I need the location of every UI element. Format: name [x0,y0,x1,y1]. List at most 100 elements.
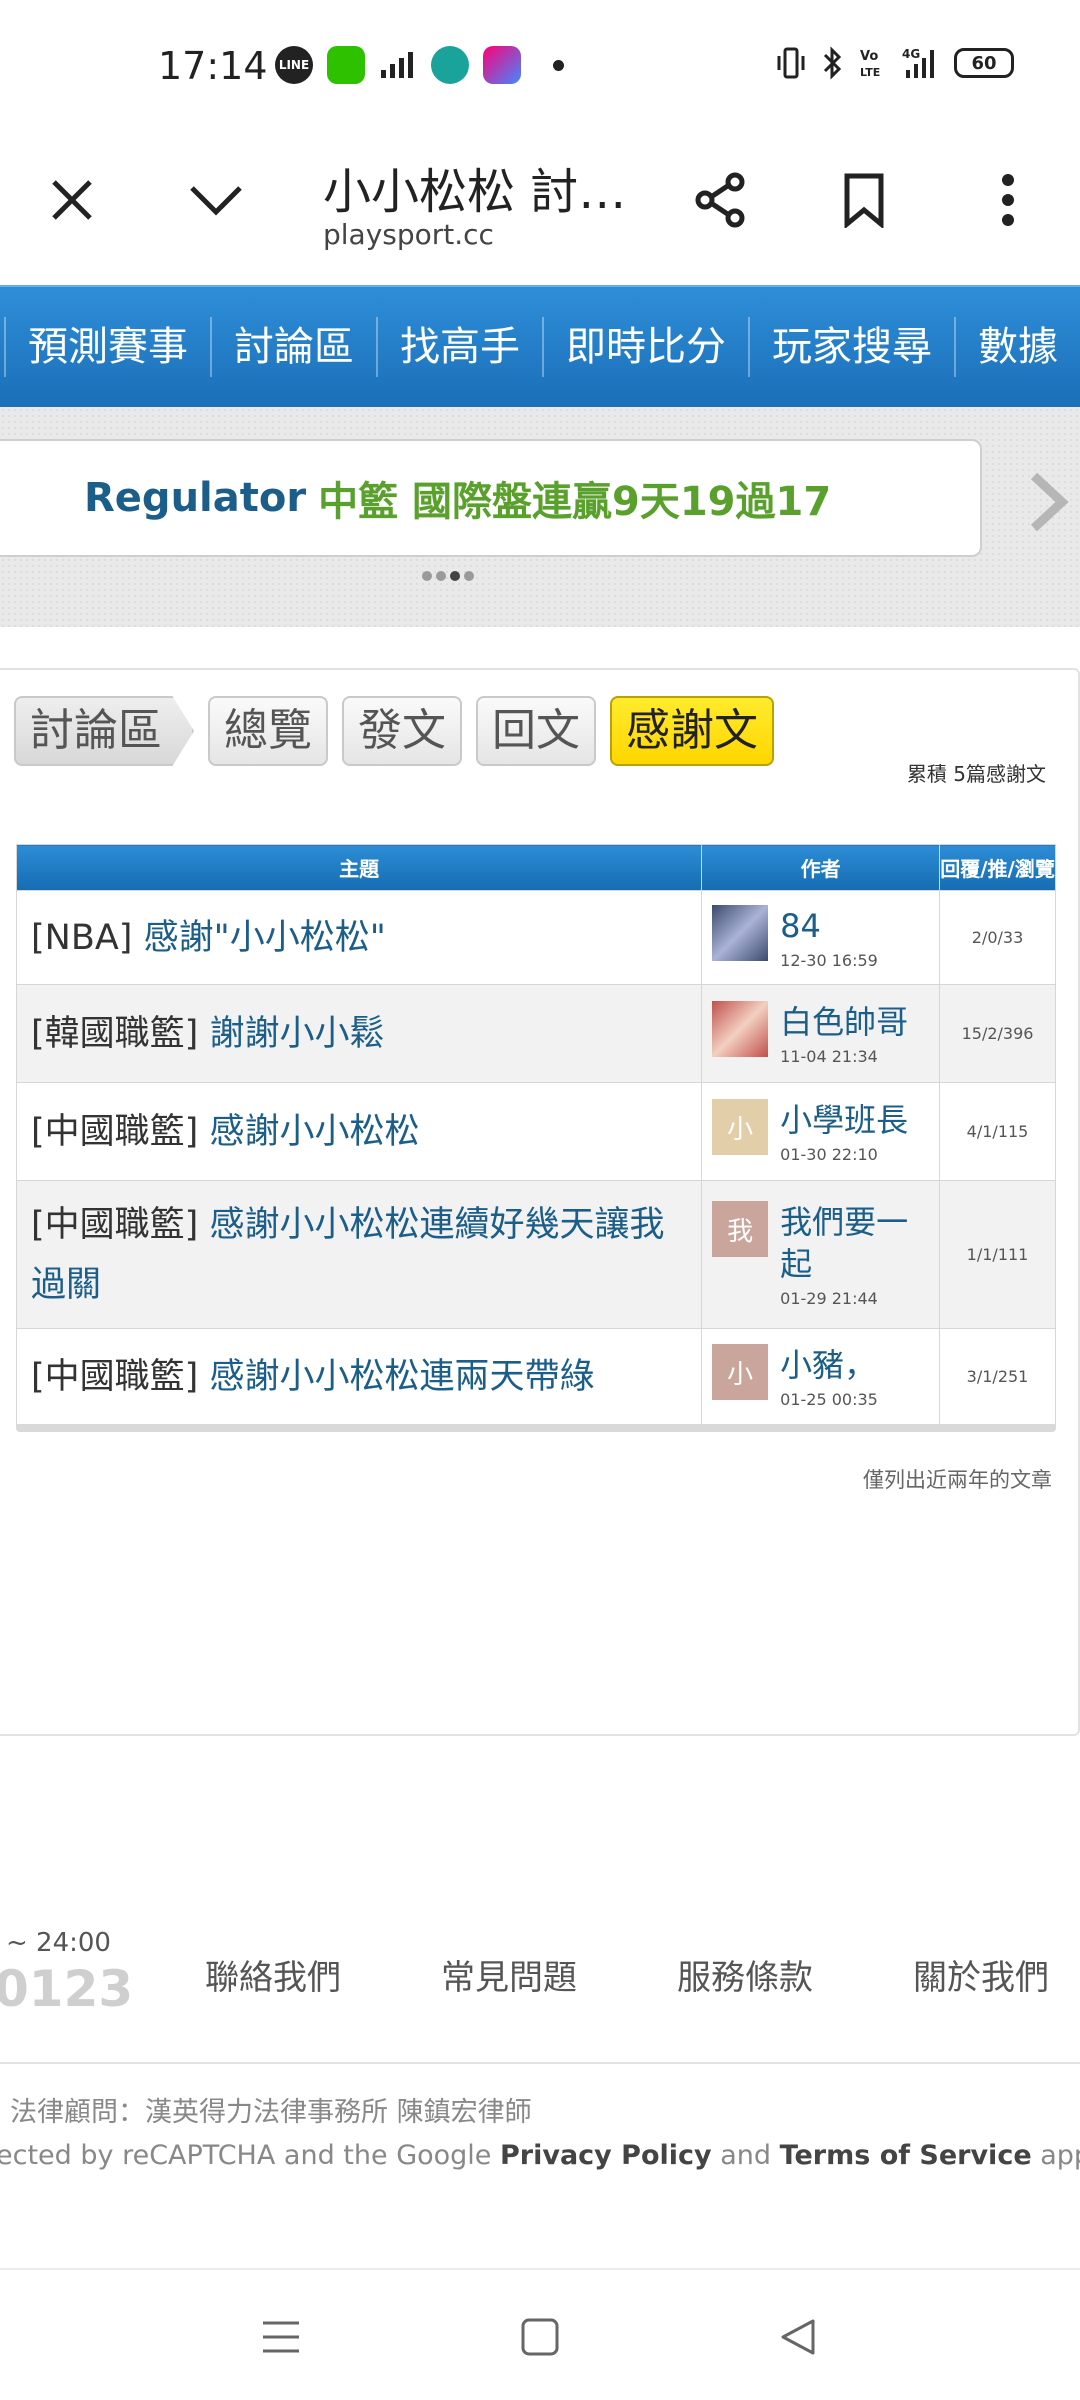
topic-link[interactable]: 謝謝小小鬆 [209,1014,384,1054]
table-row: [中國職籃] 感謝小小松松連續好幾天讓我過關 我 我們要一起 01-29 21:… [15,1180,1056,1329]
service-hours: ~ 24:00 [6,1928,111,1958]
bookmark-icon[interactable] [824,160,904,240]
nav-item-predict[interactable]: 預測賽事 [6,317,210,377]
site-nav: 預測賽事 討論區 找高手 即時比分 玩家搜尋 數據 [0,285,1080,407]
topic-cell: [中國職籃] 感謝小小松松連兩天帶綠 [15,1328,703,1425]
author-cell: 84 12-30 16:59 [701,890,941,985]
author-cell: 小 小學班長 01-30 22:10 [701,1082,941,1181]
author-name[interactable]: 我們要一起 [780,1201,929,1285]
author-name[interactable]: 84 [780,905,878,947]
avatar[interactable]: 小 [712,1099,769,1155]
topic-cell: [NBA] 感謝"小小松松" [15,890,703,985]
topic-cell: [韓國職籃] 謝謝小小鬆 [15,984,703,1083]
tab-replies[interactable]: 回文 [476,696,596,766]
nav-item-live-score[interactable]: 即時比分 [542,317,748,377]
vibrate-icon [777,47,805,79]
chevron-right-icon[interactable] [1026,467,1070,549]
nav-item-data[interactable]: 數據 [954,317,1080,377]
nav-item-experts[interactable]: 找高手 [376,317,542,377]
pagination-dot [464,571,474,581]
tab-overview[interactable]: 總覽 [208,696,328,766]
footer-link-about[interactable]: 關於我們 [913,1950,1049,1999]
footer-link-faq[interactable]: 常見問題 [441,1950,577,1999]
topic-category: [韓國職籃] [31,1013,199,1054]
close-icon[interactable] [32,160,112,240]
topic-category: [NBA] [31,917,133,958]
table-row: [中國職籃] 感謝小小松松 小 小學班長 01-30 22:10 4/1/115 [15,1082,1056,1181]
battery-indicator: 60 [954,48,1014,78]
author-name[interactable]: 小豬， [780,1344,878,1386]
pagination-dot-active [450,571,460,581]
tab-posts[interactable]: 發文 [342,696,462,766]
chevron-down-icon[interactable] [176,160,256,240]
topic-category: [中國職籃] [31,1111,199,1152]
legal-counsel: 法律顧問：漢英得力法律事務所 陳鎮宏律師 [10,2097,532,2128]
author-name[interactable]: 白色帥哥 [780,1001,908,1043]
svg-text:4G: 4G [902,47,920,61]
more-options-icon[interactable] [968,160,1048,240]
home-icon[interactable] [515,2312,565,2362]
topic-cell: [中國職籃] 感謝小小松松連續好幾天讓我過關 [15,1180,703,1329]
topic-category: [中國職籃] [31,1204,199,1245]
nav-item-player-search[interactable]: 玩家搜尋 [748,317,954,377]
header-topic: 主題 [15,844,703,891]
author-cell: 小 小豬， 01-25 00:35 [701,1328,941,1425]
topic-category: [中國職籃] [31,1356,199,1397]
system-nav-bar [0,2268,1080,2400]
table-note: 僅列出近兩年的文章 [863,1468,1052,1492]
privacy-policy-link[interactable]: Privacy Policy [500,2140,712,2171]
author-cell: 我 我們要一起 01-29 21:44 [701,1180,941,1329]
stats-cell: 15/2/396 [939,984,1056,1083]
thanks-count: 累積 5篇感謝文 [906,762,1046,786]
stats-cell: 4/1/115 [939,1082,1056,1181]
thanks-panel: 討論區 總覽 發文 回文 感謝文 累積 5篇感謝文 主題 作者 回覆/推/瀏覽 … [0,668,1080,1736]
svg-text:Vo: Vo [860,49,878,64]
menu-icon[interactable] [256,2312,306,2362]
recaptcha-apply: apply. [1040,2140,1080,2171]
status-bar: 17:14 LINE Vo LTE 4G 60 [0,0,1080,130]
topic-link[interactable]: 感謝"小小松松" [144,918,386,958]
4g-signal-icon: 4G [902,47,934,78]
stats-cell: 1/1/111 [939,1180,1056,1329]
recaptcha-text: ected by reCAPTCHA and the Google [0,2140,492,2171]
footer-link-contact[interactable]: 聯絡我們 [205,1950,341,1999]
post-time: 01-29 21:44 [780,1289,878,1308]
avatar[interactable] [712,1001,769,1057]
topic-link[interactable]: 感謝小小松松連兩天帶綠 [209,1357,594,1397]
footer-link-terms[interactable]: 服務條款 [677,1950,813,1999]
pagination-dot [422,571,432,581]
table-header-row: 主題 作者 回覆/推/瀏覽 [15,844,1056,891]
header-author: 作者 [701,844,941,891]
avatar[interactable]: 小 [712,1344,769,1400]
header-stats: 回覆/推/瀏覽 [939,844,1056,891]
tab-thanks[interactable]: 感謝文 [610,696,774,766]
avatar[interactable] [712,905,769,961]
terms-of-service-link[interactable]: Terms of Service [780,2140,1032,2171]
tab-forum[interactable]: 討論區 [14,696,194,766]
nav-item-forum[interactable]: 討論區 [210,317,376,377]
mountain-app-icon [431,46,469,84]
table-bottom-bar [16,1424,1056,1432]
game-app-icon [483,46,521,84]
author-name[interactable]: 小學班長 [780,1099,908,1141]
ticker-user-name[interactable]: Regulator [84,475,306,521]
post-time: 11-04 21:34 [780,1047,878,1066]
share-icon[interactable] [680,160,760,240]
avatar[interactable]: 我 [712,1201,769,1257]
topic-link[interactable]: 感謝小小松松 [209,1112,419,1152]
ticker-record[interactable]: 中籃 國際盤連贏9天19過17 [318,469,831,527]
stats-cell: 3/1/251 [939,1328,1056,1425]
ticker-card[interactable]: Regulator 中籃 國際盤連贏9天19過17 [0,439,982,557]
wechat-icon [327,46,365,84]
more-notifications-icon [553,59,564,71]
page-title: 小小松松 討… [323,164,627,220]
page-url[interactable]: playsport.cc [323,218,494,251]
recaptcha-and: and [720,2140,772,2171]
back-icon[interactable] [773,2312,823,2362]
stats-cell: 2/0/33 [939,890,1056,985]
footer-links: 聯絡我們 常見問題 服務條款 關於我們 [205,1950,1049,1999]
status-time: 17:14 [158,44,268,88]
post-time: 01-25 00:35 [780,1390,878,1409]
svg-text:LTE: LTE [860,66,880,79]
post-time: 01-30 22:10 [780,1145,878,1164]
